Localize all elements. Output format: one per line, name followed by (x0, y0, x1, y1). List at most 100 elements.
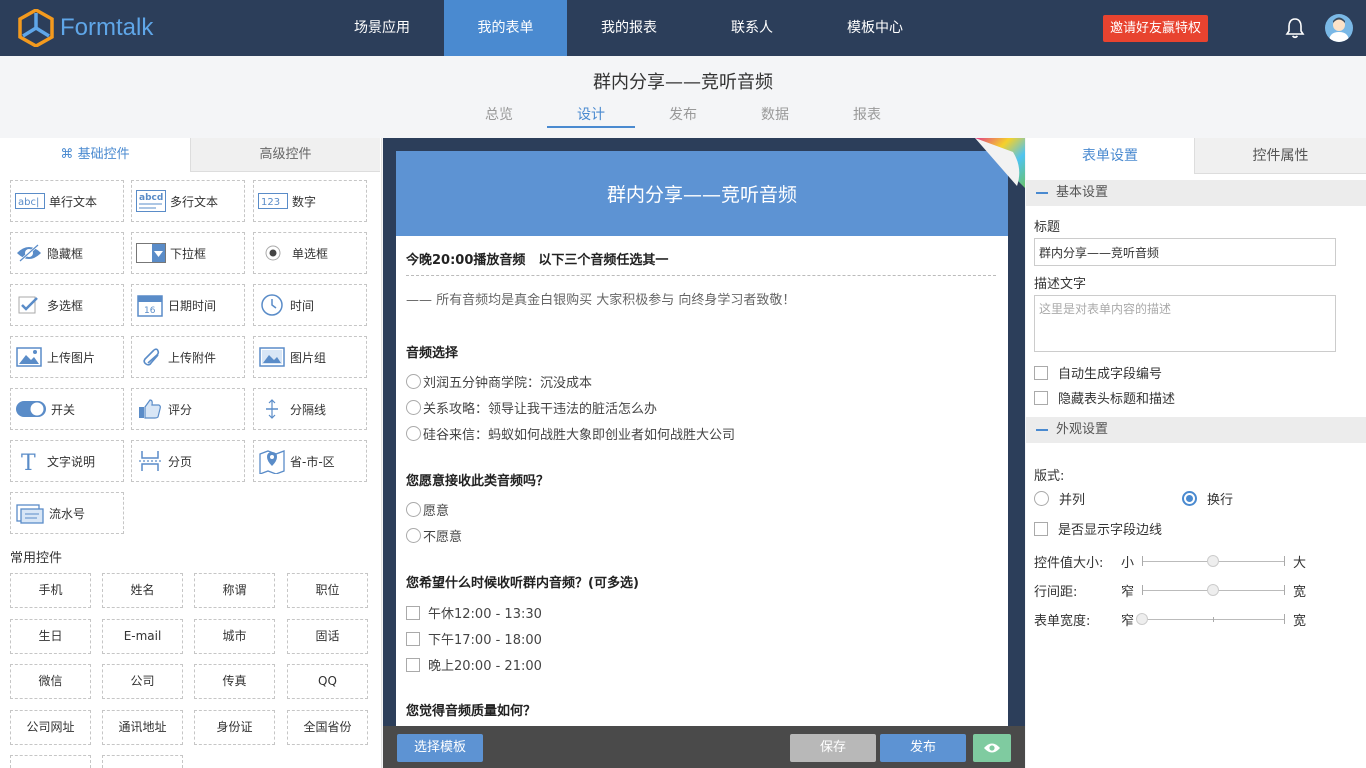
control-time[interactable]: 时间 (253, 284, 367, 326)
tab-control-properties[interactable]: 控件属性 (1194, 138, 1366, 174)
control-datetime[interactable]: 16 日期时间 (131, 284, 245, 326)
intro-title[interactable]: 今晚20:00播放音频 以下三个音频任选其一 (406, 249, 668, 268)
page-curl-corner-icon[interactable] (975, 138, 1025, 188)
control-single-line-text[interactable]: abc| 单行文本 (10, 180, 124, 222)
tab-overview[interactable]: 总览 (455, 104, 543, 128)
common-control-city[interactable]: 城市 (194, 619, 275, 654)
common-control-fax[interactable]: 传真 (194, 664, 275, 699)
title-input[interactable] (1034, 238, 1336, 266)
nav-item-contacts[interactable]: 联系人 (691, 0, 813, 56)
control-hidden-field[interactable]: 隐藏框 (10, 232, 124, 274)
control-dropdown[interactable]: 下拉框 (131, 232, 245, 274)
section-basic-settings[interactable]: 基本设置 (1026, 180, 1366, 206)
checkbox-icon[interactable] (1034, 365, 1048, 380)
common-control-company-website[interactable]: 公司网址 (10, 710, 91, 745)
control-text-description[interactable]: T 文字说明 (10, 440, 124, 482)
checkbox-option[interactable]: 晚上20:00 - 21:00 (406, 655, 542, 674)
nav-item-my-forms[interactable]: 我的表单 (444, 0, 567, 56)
question-audio-choice[interactable]: 音频选择 (406, 342, 458, 361)
brand-name: Formtalk (60, 14, 154, 41)
tab-basic-controls[interactable]: ⌘ 基础控件 (0, 138, 190, 172)
logo[interactable]: Formtalk (18, 8, 153, 48)
radio-option[interactable]: 不愿意 (406, 526, 462, 545)
auto-number-checkbox[interactable]: 自动生成字段编号 (1034, 363, 1162, 382)
checkbox-option[interactable]: 午休12:00 - 13:30 (406, 603, 542, 622)
tab-form-settings[interactable]: 表单设置 (1026, 138, 1194, 174)
question-audio-quality[interactable]: 您觉得音频质量如何？ (406, 700, 536, 719)
control-switch[interactable]: 开关 (10, 388, 124, 430)
control-province-city-district[interactable]: 省-市-区 (253, 440, 367, 482)
radio-icon[interactable] (1034, 491, 1049, 506)
control-image-group[interactable]: 图片组 (253, 336, 367, 378)
common-control-position[interactable]: 职位 (287, 573, 368, 608)
common-control-province[interactable]: 全国省份 (287, 710, 368, 745)
common-control-address[interactable]: 通讯地址 (102, 710, 183, 745)
nav-item-my-reports[interactable]: 我的报表 (567, 0, 691, 56)
common-control-title[interactable]: 称谓 (194, 573, 275, 608)
save-button[interactable]: 保存 (790, 734, 876, 762)
hide-header-checkbox[interactable]: 隐藏表头标题和描述 (1034, 388, 1175, 407)
common-control-birthday[interactable]: 生日 (10, 619, 91, 654)
tab-reports[interactable]: 报表 (823, 104, 911, 128)
common-control-name[interactable]: 姓名 (102, 573, 183, 608)
tab-data[interactable]: 数据 (731, 104, 819, 128)
control-upload-image[interactable]: 上传图片 (10, 336, 124, 378)
common-control-qq[interactable]: QQ (287, 664, 368, 699)
radio-icon[interactable] (406, 502, 421, 517)
checkbox-icon[interactable] (406, 605, 420, 620)
tab-publish[interactable]: 发布 (639, 104, 727, 128)
tab-design[interactable]: 设计 (547, 104, 635, 128)
control-number[interactable]: 123 数字 (253, 180, 367, 222)
bell-icon[interactable] (1284, 17, 1306, 39)
svg-text:abc|: abc| (18, 197, 39, 208)
control-page-break[interactable]: 分页 (131, 440, 245, 482)
checkbox-option[interactable]: 下午17:00 - 18:00 (406, 629, 542, 648)
control-upload-attachment[interactable]: 上传附件 (131, 336, 245, 378)
slider-knob[interactable] (1136, 613, 1148, 625)
question-listen-time[interactable]: 您希望什么时候收听群内音频？(可多选) (406, 572, 639, 591)
checkbox-icon[interactable] (1034, 390, 1048, 405)
control-divider[interactable]: 分隔线 (253, 388, 367, 430)
common-control-id-card[interactable]: 身份证 (194, 710, 275, 745)
radio-option[interactable]: 刘润五分钟商学院：沉没成本 (406, 372, 592, 391)
slider-knob[interactable] (1207, 584, 1219, 596)
control-checkbox[interactable]: 多选框 (10, 284, 124, 326)
layout-side-by-side-radio[interactable]: 并列 (1034, 489, 1085, 508)
control-serial-number[interactable]: 流水号 (10, 492, 124, 534)
common-control-company[interactable]: 公司 (102, 664, 183, 699)
radio-selected-icon[interactable] (1182, 491, 1197, 506)
radio-icon[interactable] (406, 426, 421, 441)
checkbox-icon[interactable] (406, 657, 420, 672)
common-control-wechat[interactable]: 微信 (10, 664, 91, 699)
radio-icon[interactable] (406, 374, 421, 389)
control-rating[interactable]: 评分 (131, 388, 245, 430)
preview-button[interactable] (973, 734, 1011, 762)
nav-item-scenes[interactable]: 场景应用 (320, 0, 444, 56)
common-control-phone[interactable]: 手机 (10, 573, 91, 608)
layout-wrap-radio[interactable]: 换行 (1182, 489, 1233, 508)
show-border-checkbox[interactable]: 是否显示字段边线 (1034, 519, 1162, 538)
publish-button[interactable]: 发布 (880, 734, 966, 762)
common-control-email[interactable]: E-mail (102, 619, 183, 654)
question-willingness[interactable]: 您愿意接收此类音频吗？ (406, 470, 549, 489)
checkbox-icon[interactable] (1034, 521, 1048, 536)
common-control-landline[interactable]: 固话 (287, 619, 368, 654)
checkbox-icon[interactable] (406, 631, 420, 646)
radio-option[interactable]: 硅谷来信：蚂蚁如何战胜大象即创业者如何战胜大公司 (406, 424, 735, 443)
control-multi-line-text[interactable]: abcd 多行文本 (131, 180, 245, 222)
nav-item-templates[interactable]: 模板中心 (813, 0, 937, 56)
slider-knob[interactable] (1207, 555, 1219, 567)
invite-friends-button[interactable]: 邀请好友赢特权 (1103, 15, 1208, 42)
section-appearance-settings[interactable]: 外观设置 (1026, 417, 1366, 443)
choose-template-button[interactable]: 选择模板 (397, 734, 483, 762)
radio-option[interactable]: 关系攻略：领导让我干违法的脏活怎么办 (406, 398, 657, 417)
radio-icon[interactable] (406, 528, 421, 543)
tab-advanced-controls[interactable]: 高级控件 (190, 138, 380, 172)
description-input[interactable] (1034, 295, 1336, 352)
control-radio[interactable]: 单选框 (253, 232, 367, 274)
radio-option[interactable]: 愿意 (406, 500, 449, 519)
radio-icon[interactable] (406, 400, 421, 415)
avatar[interactable] (1325, 14, 1353, 42)
common-control-partial[interactable] (10, 755, 91, 768)
common-control-partial[interactable] (102, 755, 183, 768)
